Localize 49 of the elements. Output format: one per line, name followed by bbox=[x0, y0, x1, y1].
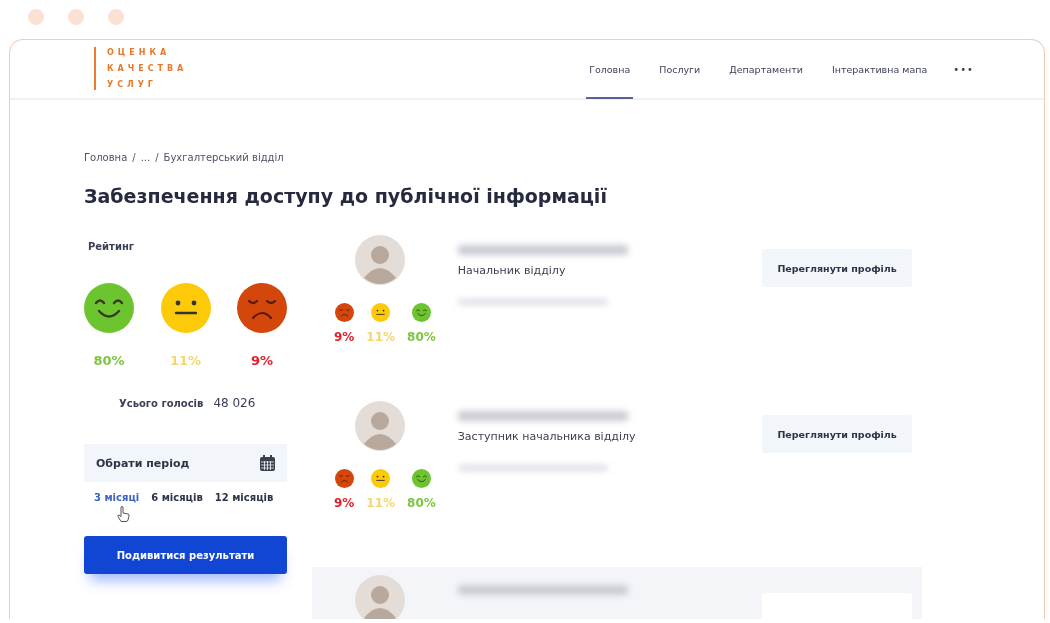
face-icon bbox=[84, 283, 134, 333]
nav-tab[interactable]: Інтерактивна мапа bbox=[828, 41, 931, 99]
face-icon bbox=[237, 283, 287, 333]
face-icon bbox=[334, 303, 354, 322]
period-option[interactable]: 3 місяці bbox=[94, 492, 140, 503]
rating-percent: 80% bbox=[93, 353, 125, 368]
rating-percent: 11% bbox=[169, 353, 202, 368]
rating-percent: 11% bbox=[366, 496, 396, 510]
breadcrumb-separator: / bbox=[155, 152, 159, 163]
hand-cursor-icon bbox=[117, 506, 130, 522]
view-results-button[interactable]: Подивитися результати bbox=[84, 536, 287, 574]
breadcrumb-link[interactable]: Головна bbox=[84, 152, 128, 163]
nav-tab[interactable]: Послуги bbox=[656, 41, 704, 99]
face-icon bbox=[160, 283, 211, 333]
nav-tab[interactable]: Головна bbox=[586, 41, 634, 99]
face-icon bbox=[411, 303, 431, 322]
total-votes-label: Усього голосів bbox=[119, 398, 204, 409]
total-votes-value: 48 026 bbox=[213, 396, 256, 410]
rating-percent: 9% bbox=[333, 330, 355, 344]
face-icon bbox=[334, 469, 354, 488]
rating-percent: 80% bbox=[407, 330, 436, 344]
more-menu-button[interactable]: ••• bbox=[953, 63, 974, 75]
rating-percent: 9% bbox=[250, 353, 274, 368]
rating-percent: 80% bbox=[407, 496, 436, 510]
job-position: Заступник начальника відділу bbox=[457, 430, 637, 443]
breadcrumb-link[interactable]: ... bbox=[140, 152, 151, 163]
breadcrumb-link[interactable]: Бухгалтерський відділ bbox=[163, 152, 284, 163]
face-icon bbox=[371, 303, 391, 322]
calendar-icon bbox=[260, 455, 275, 471]
window-control-dot[interactable] bbox=[68, 9, 84, 25]
section-label: Рейтинг bbox=[87, 240, 136, 252]
job-position: Начальник відділу bbox=[457, 264, 567, 277]
nav-tab[interactable]: Департаменти bbox=[726, 41, 806, 99]
avatar-silhouette bbox=[354, 575, 405, 619]
face-icon bbox=[371, 469, 391, 488]
breadcrumb-separator: / bbox=[132, 152, 136, 163]
avatar-silhouette bbox=[354, 235, 405, 285]
view-profile-button[interactable]: Переглянути профіль bbox=[762, 249, 912, 287]
window-control-dot[interactable] bbox=[28, 9, 44, 25]
face-icon bbox=[411, 469, 431, 488]
window-control-dot[interactable] bbox=[108, 9, 124, 25]
avatar-silhouette bbox=[354, 401, 405, 451]
period-picker[interactable]: Обрати період bbox=[84, 444, 287, 482]
view-profile-button[interactable]: Переглянути профіль bbox=[762, 415, 912, 453]
period-option[interactable]: 6 місяців bbox=[151, 492, 203, 503]
page-title: Забезпечення доступу до публічної інформації bbox=[84, 185, 608, 207]
rating-percent: 9% bbox=[333, 496, 355, 510]
period-option[interactable]: 12 місяців bbox=[214, 492, 274, 503]
rating-percent: 11% bbox=[366, 330, 396, 344]
